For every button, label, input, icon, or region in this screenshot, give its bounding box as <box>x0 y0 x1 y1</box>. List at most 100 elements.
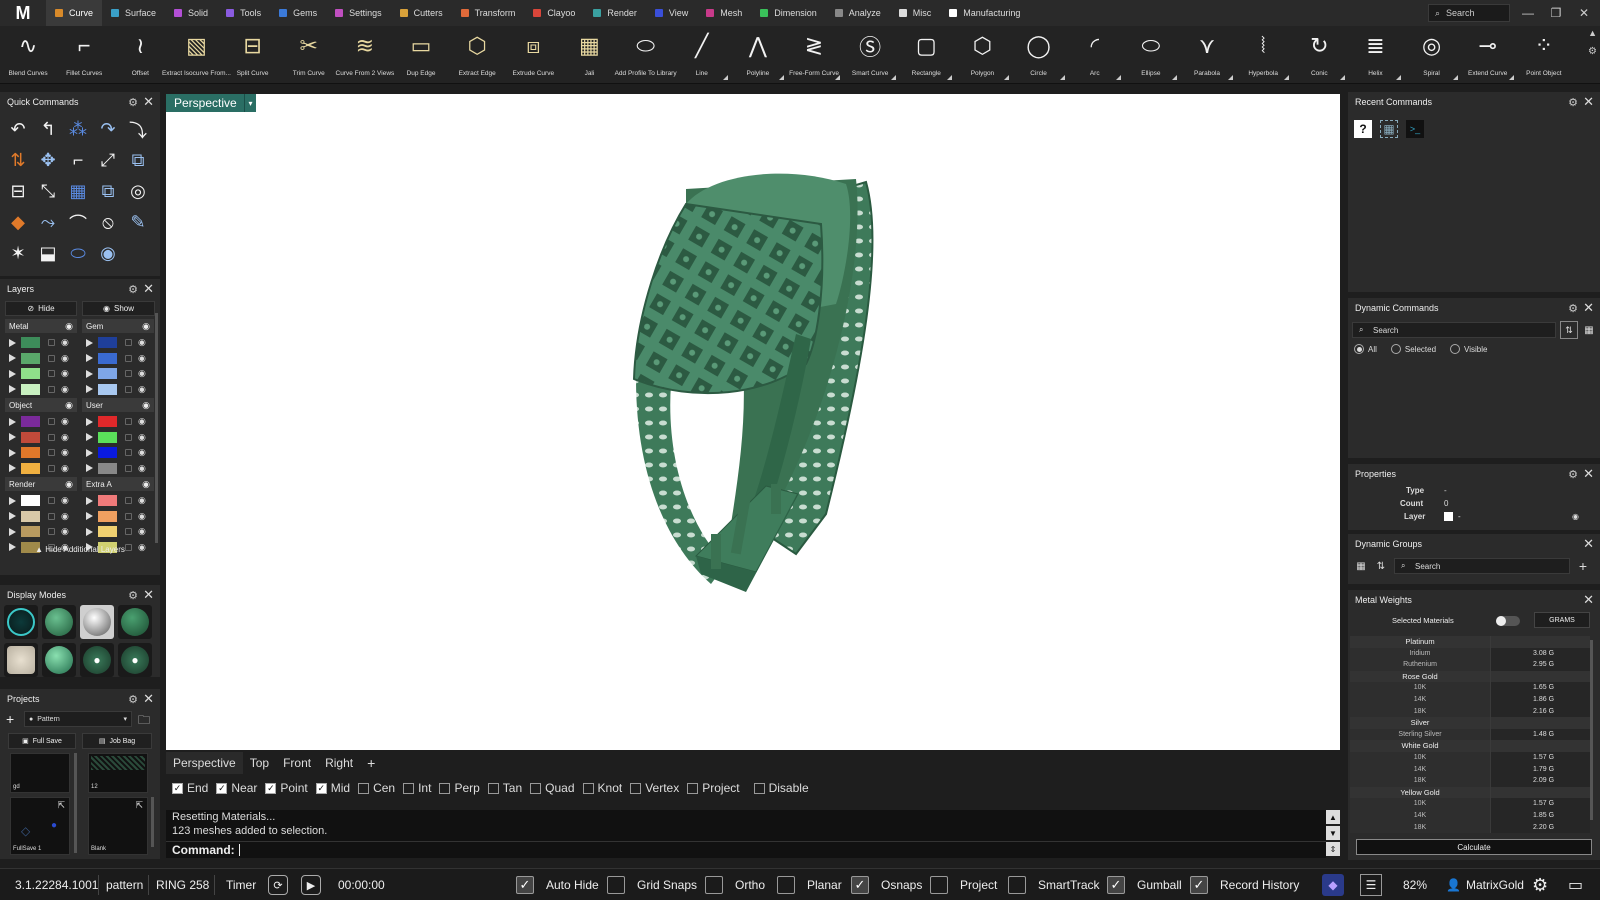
eye-icon[interactable]: ◉ <box>138 368 146 379</box>
toggle-smarttrack[interactable]: SmartTrack <box>1008 869 1100 900</box>
select-window-icon[interactable]: ▦ <box>1380 120 1398 138</box>
toggle-project[interactable]: Project <box>930 869 997 900</box>
expand-icon[interactable] <box>86 338 93 347</box>
layer-group-object[interactable]: Object ◉ <box>5 398 77 412</box>
expand-icon[interactable] <box>86 369 93 378</box>
tool-jali[interactable]: ▦ Jali <box>561 26 617 84</box>
layer-row[interactable]: ◉ <box>5 524 77 539</box>
radio[interactable] <box>1390 344 1401 354</box>
layer-row[interactable]: ◉ <box>5 509 77 524</box>
mirror-icon[interactable]: ⇅ <box>3 145 33 176</box>
close-icon[interactable]: ✕ <box>1583 300 1594 316</box>
project-thumb[interactable]: ⇱ Blank <box>88 797 148 855</box>
expand-icon[interactable] <box>86 417 93 426</box>
tool-add-profile-to-library[interactable]: ⬭ Add Profile To Library <box>615 26 677 84</box>
lock-icon[interactable] <box>125 385 132 393</box>
expand-icon[interactable] <box>9 496 16 505</box>
layer-color-swatch[interactable] <box>98 352 117 364</box>
close-icon[interactable]: ✕ <box>143 281 154 297</box>
viewport-perspective[interactable] <box>166 94 1340 750</box>
toggle-gumball[interactable]: ✓ Gumball <box>1107 869 1182 900</box>
lock-icon[interactable] <box>48 354 55 362</box>
projects-scrollbar[interactable] <box>151 797 154 847</box>
eye-icon[interactable]: ◉ <box>138 495 146 506</box>
zoom-level[interactable]: 82% <box>1403 869 1427 900</box>
add-group-icon[interactable]: + <box>1574 557 1592 575</box>
layer-color-swatch[interactable] <box>21 368 40 380</box>
minimize-icon[interactable]: — <box>1514 0 1542 26</box>
group-icon[interactable]: ⁂ <box>63 114 93 145</box>
tool-arc[interactable]: ◜ Arc <box>1067 26 1123 84</box>
chevron-up-icon[interactable]: ▲ <box>1588 28 1597 38</box>
shaded-mode-icon[interactable] <box>42 605 76 639</box>
layer-group-user[interactable]: User ◉ <box>82 398 154 412</box>
osnap-project[interactable]: Project <box>687 781 740 795</box>
eye-icon[interactable]: ◉ <box>61 463 69 474</box>
menu-tab-clayoo[interactable]: Clayoo <box>524 0 584 26</box>
tool-polygon[interactable]: ⬡ Polygon <box>954 26 1010 84</box>
menu-tab-settings[interactable]: Settings <box>326 0 391 26</box>
tool-fillet-curves[interactable]: ⌐ Fillet Curves <box>56 26 112 84</box>
eye-icon[interactable]: ◉ <box>61 353 69 364</box>
layer-row[interactable]: ◉ <box>5 382 77 397</box>
top-search-input[interactable]: ⌕ Search <box>1428 4 1510 22</box>
expand-icon[interactable] <box>9 417 16 426</box>
eye-icon[interactable]: ◉ <box>65 479 73 490</box>
tool-hyperbola[interactable]: ⦚ Hyperbola <box>1235 26 1291 84</box>
layer-color-swatch[interactable] <box>21 462 40 474</box>
tool-extrude-curve[interactable]: ⧈ Extrude Curve <box>505 26 561 84</box>
layer-color-swatch[interactable] <box>98 495 117 506</box>
gallery-icon[interactable]: ⬓ <box>33 238 63 269</box>
layer-color-swatch[interactable] <box>98 416 117 427</box>
layer-color-swatch[interactable] <box>21 495 40 506</box>
tool-circle[interactable]: ◯ Circle <box>1011 26 1067 84</box>
pipette-icon[interactable]: ✎ <box>123 207 153 238</box>
lock-icon[interactable] <box>48 339 55 346</box>
gear-icon[interactable]: ⚙ <box>128 693 138 706</box>
checkbox[interactable] <box>607 876 625 894</box>
layer-color-swatch[interactable] <box>98 510 117 522</box>
select-icon[interactable]: ▦ <box>63 176 93 207</box>
toggle-grid-snaps[interactable]: Grid Snaps <box>607 869 697 900</box>
osnap-cen[interactable]: Cen <box>358 781 395 795</box>
selected-materials-toggle[interactable] <box>1496 616 1520 626</box>
chevron-down-icon[interactable]: ▼ <box>1326 826 1340 840</box>
checkbox[interactable] <box>630 782 642 794</box>
metal-weights-scrollbar[interactable] <box>1590 640 1593 820</box>
toggle-record-history[interactable]: ✓ Record History <box>1190 869 1299 900</box>
viewport-label[interactable]: Perspective <box>166 94 245 112</box>
checkbox[interactable]: ✓ <box>315 782 327 794</box>
undo-icon[interactable]: ↶ <box>3 114 33 145</box>
eye-icon[interactable]: ◉ <box>65 400 73 411</box>
export-icon[interactable]: ⇱ <box>135 800 143 811</box>
pattern-icon[interactable]: ✶ <box>3 238 33 269</box>
lock-icon[interactable] <box>48 464 55 472</box>
ring-model[interactable] <box>166 94 1340 750</box>
menu-tab-render[interactable]: Render <box>584 0 646 26</box>
layer-row[interactable]: ◉ <box>82 382 154 397</box>
checkbox[interactable] <box>753 782 765 794</box>
redo-icon[interactable]: ↰ <box>33 114 63 145</box>
tool-extract-isocurve-from[interactable]: ▧ Extract Isocurve From... <box>162 26 231 84</box>
tool-rectangle[interactable]: ▢ Rectangle <box>898 26 954 84</box>
bend-icon[interactable]: ⌒ <box>63 207 93 238</box>
lock-icon[interactable] <box>125 528 132 536</box>
eye-icon[interactable]: ◉ <box>1572 512 1579 521</box>
menu-tab-tools[interactable]: Tools <box>217 0 270 26</box>
wireframe-mode-icon[interactable] <box>4 605 38 639</box>
lock-icon[interactable] <box>125 370 132 378</box>
frame-icon[interactable]: ⧉ <box>123 145 153 176</box>
calendar-icon[interactable]: ▦ <box>1352 557 1370 575</box>
sort-icon[interactable]: ⇅ <box>1560 321 1578 339</box>
layer-row[interactable]: ◉ <box>5 445 77 460</box>
eye-icon[interactable]: ◉ <box>142 400 150 411</box>
filter-visible[interactable]: Visible <box>1450 344 1487 354</box>
sort-icon[interactable]: ⇅ <box>1372 557 1390 575</box>
gear-icon[interactable]: ⚙ <box>1568 468 1578 481</box>
layer-row[interactable]: ◉ <box>5 461 77 476</box>
play-timer-icon[interactable]: ▶ <box>301 875 321 895</box>
sphere-icon[interactable]: ◉ <box>93 238 123 269</box>
unit-button[interactable]: GRAMS <box>1534 612 1590 628</box>
tab-front[interactable]: Front <box>276 752 318 774</box>
filter-selected[interactable]: Selected <box>1390 344 1436 354</box>
